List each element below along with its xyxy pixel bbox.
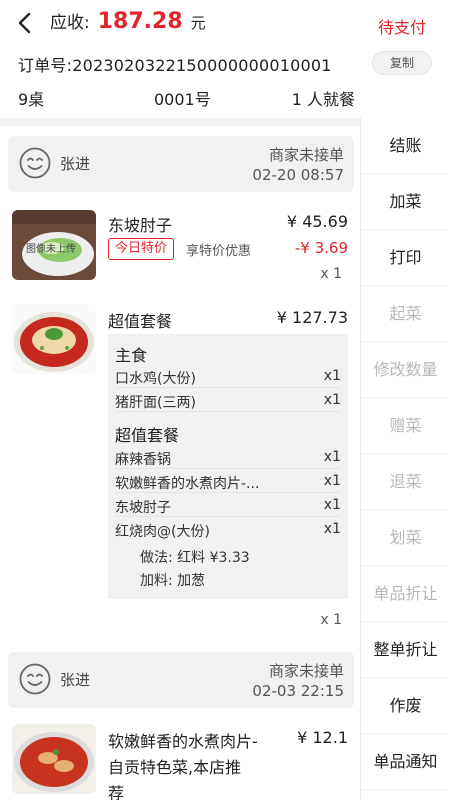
set-line-qty: x1 [323, 368, 341, 384]
set-line-name: 红烧肉@(大份) [115, 524, 210, 540]
copy-button[interactable]: 复制 [372, 51, 432, 75]
dish-image [12, 304, 96, 374]
item-name: 东坡肘子 [108, 216, 173, 235]
item-price: ¥ 12.1 [297, 728, 348, 747]
group-time: 02-20 08:57 [252, 166, 344, 184]
action-2-button[interactable]: 打印 [361, 230, 450, 286]
set-section-title: 超值套餐 [115, 426, 180, 445]
receivable-label: 应收: [50, 13, 90, 33]
dish-photo [12, 724, 96, 794]
set-line-qty: x1 [323, 392, 341, 408]
set-line-name: 东坡肘子 [115, 500, 171, 516]
set-line-name: 猪肝面(三两) [115, 395, 196, 411]
action-6-button[interactable]: 退菜 [361, 454, 450, 510]
item-name-line2: 自贡特色菜,本店推 [108, 758, 242, 777]
user-face-icon [19, 663, 51, 695]
action-10-button[interactable]: 作废 [361, 678, 450, 734]
set-line-item: 软嫩鲜香的水煮肉片-... x1 [115, 471, 341, 493]
payment-status: 待支付 [377, 18, 426, 37]
set-meal-details: 主食 口水鸡(大份) x1 猪肝面(三两) x1 超值套餐 麻辣香锅 x1 软嫩… [108, 334, 348, 599]
group-status: 商家未接单 [268, 662, 344, 680]
action-1-button[interactable]: 加菜 [361, 174, 450, 230]
order-serial: 0001号 [154, 90, 211, 109]
group-header: 张进 商家未接单 02-03 22:15 [8, 652, 354, 708]
special-offer-tag: 今日特价 [108, 238, 175, 260]
action-5-button[interactable]: 赠菜 [361, 398, 450, 454]
user-face-icon [19, 147, 51, 179]
action-0-button[interactable]: 结账 [361, 118, 450, 174]
set-line-qty: x1 [323, 449, 341, 465]
group-user-name: 张进 [60, 671, 91, 689]
item-quantity: x 1 [320, 266, 342, 282]
set-line-name: 口水鸡(大份) [115, 371, 196, 387]
set-line-qty: x1 [323, 473, 341, 489]
action-8-button[interactable]: 单品折让 [361, 566, 450, 622]
set-line-name: 软嫩鲜香的水煮肉片-... [115, 476, 260, 492]
item-quantity: x 1 [320, 612, 342, 628]
set-line-item: 红烧肉@(大份) x1 [115, 519, 341, 541]
group-time: 02-03 22:15 [252, 682, 344, 700]
set-line-qty: x1 [323, 521, 341, 537]
set-line-item: 口水鸡(大份) x1 [115, 366, 341, 388]
action-7-button[interactable]: 划菜 [361, 510, 450, 566]
item-name: 超值套餐 [108, 312, 173, 331]
dish-photo [12, 304, 96, 374]
order-items-list[interactable]: 张进 商家未接单 02-20 08:57 图像未上传 东坡肘子 ¥ 45.69 … [0, 126, 360, 800]
dish-image [12, 724, 96, 794]
item-price: ¥ 127.73 [276, 308, 348, 327]
diner-count: 1 人就餐 [291, 90, 355, 109]
image-not-uploaded-caption: 图像未上传 [26, 244, 76, 255]
order-header: 应收: 187.28 元 待支付 订单号:2023020322150000000… [0, 0, 450, 128]
set-line-item: 猪肝面(三两) x1 [115, 390, 341, 412]
amount-unit: 元 [190, 14, 206, 32]
dish-image: 图像未上传 [12, 210, 96, 280]
set-line-qty: x1 [323, 497, 341, 513]
group-header: 张进 商家未接单 02-20 08:57 [8, 136, 354, 192]
action-9-button[interactable]: 整单折让 [361, 622, 450, 678]
item-discount: -¥ 3.69 [294, 239, 348, 257]
item-name-line1: 软嫩鲜香的水煮肉片- [108, 732, 258, 751]
action-3-button[interactable]: 起菜 [361, 286, 450, 342]
cooking-method: 做法: 红料 ¥3.33 [140, 550, 250, 566]
back-arrow-icon[interactable] [12, 10, 38, 36]
action-menu: 结账 加菜 打印 起菜 修改数量 赠菜 退菜 划菜 单品折让 整单折让 作废 单品通知 [360, 118, 450, 800]
amount-value: 187.28 [97, 9, 183, 34]
action-4-button[interactable]: 修改数量 [361, 342, 450, 398]
receivable-amount: 应收: 187.28 元 [50, 8, 206, 36]
set-line-item: 麻辣香锅 x1 [115, 447, 341, 469]
group-user-name: 张进 [60, 155, 91, 173]
set-section-title: 主食 [115, 346, 148, 365]
special-offer-desc: 享特价优惠 [186, 244, 252, 259]
set-line-item: 东坡肘子 x1 [115, 495, 341, 517]
table-number: 9桌 [18, 90, 45, 109]
action-11-button[interactable]: 单品通知 [361, 734, 450, 790]
group-status: 商家未接单 [268, 146, 344, 164]
addon-option: 加料: 加葱 [140, 573, 206, 589]
order-info-row: 9桌 0001号 1 人就餐 [0, 86, 450, 109]
set-line-name: 麻辣香锅 [115, 452, 171, 468]
order-number: 订单号:2023020322150000000010001 [18, 56, 332, 75]
item-price: ¥ 45.69 [286, 212, 348, 231]
item-name-line3: 荐 [108, 784, 125, 800]
